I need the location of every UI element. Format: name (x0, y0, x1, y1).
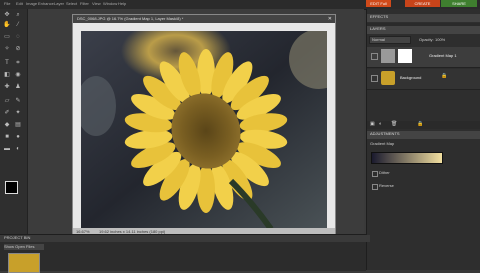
background-thumbnail (381, 71, 395, 85)
type-tool-icon[interactable]: T (3, 59, 11, 67)
lock-icon: 🔒 (441, 73, 448, 79)
layer-name: Gradient Map 1 (429, 53, 457, 58)
layer-row[interactable]: Gradient Map 1 (367, 47, 480, 68)
blend-mode-select[interactable]: Normal (369, 36, 411, 44)
crop-tool-icon[interactable]: ⌗ (14, 59, 22, 67)
healing-brush-icon[interactable]: ✚ (3, 83, 11, 91)
bin-thumbnail[interactable] (8, 253, 40, 273)
bin-filter-select[interactable]: Show Open Files (4, 244, 44, 250)
document-title-bar[interactable]: DSC_0068.JPG @ 16.7% (Gradient Map 1, La… (73, 15, 335, 23)
reverse-label: Reverse (379, 183, 394, 188)
menu-window[interactable]: Window (103, 1, 117, 6)
zoom-tool-icon[interactable]: ⌕ (14, 11, 22, 19)
layers-footer: ▣ ◐ 🗑 🔒 (367, 121, 480, 129)
opacity-value[interactable]: 100% (435, 37, 445, 42)
recompose-tool-icon[interactable]: ◧ (3, 71, 11, 79)
layers-panel-tab[interactable]: LAYERS (367, 26, 480, 34)
layer-name: Background (400, 75, 422, 80)
brush-tool-icon[interactable]: ✐ (3, 109, 11, 117)
eye-icon[interactable] (371, 75, 378, 82)
menu-select[interactable]: Select (66, 1, 77, 6)
sponge-tool-icon[interactable]: ▬ (3, 145, 11, 153)
menu-layer[interactable]: Layer (54, 1, 64, 6)
close-icon[interactable]: ✕ (328, 16, 332, 22)
image-canvas[interactable] (76, 19, 349, 231)
new-layer-icon[interactable]: ▣ (370, 121, 375, 127)
pencil-tool-icon[interactable]: ✎ (14, 97, 22, 105)
menu-image[interactable]: Image (26, 1, 37, 6)
gradient-tool-icon[interactable]: ▤ (14, 121, 22, 129)
menu-file[interactable]: File (4, 1, 10, 6)
tab-edit-full[interactable]: EDIT Full (366, 0, 391, 7)
red-eye-tool-icon[interactable]: ◉ (14, 71, 22, 79)
move-tool-icon[interactable]: ✥ (3, 11, 11, 19)
layer-mask-thumbnail (398, 49, 412, 63)
paint-bucket-icon[interactable]: ◆ (3, 121, 11, 129)
adjustment-title: Gradient Map (370, 141, 395, 146)
project-bin: PROJECT BIN Show Open Files (0, 234, 370, 273)
effects-panel-tab[interactable]: EFFECTS (367, 14, 480, 22)
lasso-tool-icon[interactable]: ◌ (14, 33, 22, 41)
marquee-tool-icon[interactable]: ▭ (3, 33, 11, 41)
menu-enhance[interactable]: Enhance (38, 1, 54, 6)
magic-wand-icon[interactable]: ✧ (3, 45, 11, 53)
shape-tool-icon[interactable]: ■ (3, 133, 11, 141)
hand-tool-icon[interactable]: ✋ (3, 21, 11, 29)
layer-row[interactable]: Background 🔒 (367, 69, 480, 90)
adjustments-panel-tab[interactable]: ADJUSTMENTS (367, 131, 480, 139)
gradient-preview[interactable] (371, 152, 443, 164)
menu-edit[interactable]: Edit (16, 1, 23, 6)
tab-create[interactable]: CREATE (405, 0, 440, 7)
menu-filter[interactable]: Filter (80, 1, 89, 6)
delete-layer-icon[interactable]: 🗑 (391, 121, 397, 127)
dither-checkbox[interactable] (372, 171, 378, 177)
dither-label: Dither (379, 170, 390, 175)
reverse-checkbox[interactable] (372, 184, 378, 190)
sunflower-photo (76, 19, 349, 231)
panel-bin: EFFECTS LAYERS Normal Opacity: 100% Grad… (366, 9, 480, 270)
toolbox: ✥ ⌕ ✋ ⁄ ▭ ◌ ✧ ⊘ T ⌗ ◧ ◉ ✚ ♟ ▱ ✎ ✐ ✦ ◆ ▤ … (0, 9, 28, 234)
blur-tool-icon[interactable]: ● (14, 133, 22, 141)
smart-brush-icon[interactable]: ✦ (14, 109, 22, 117)
document-title: DSC_0068.JPG @ 16.7% (Gradient Map 1, La… (77, 16, 184, 21)
foreground-color-swatch[interactable] (5, 181, 18, 194)
quick-selection-icon[interactable]: ⊘ (14, 45, 22, 53)
menu-view[interactable]: View (92, 1, 101, 6)
menu-help[interactable]: Help (118, 1, 126, 6)
eye-icon[interactable] (371, 53, 378, 60)
lock-icon[interactable]: 🔒 (417, 121, 423, 127)
dodge-tool-icon[interactable]: ◐ (14, 145, 22, 153)
document-window: DSC_0068.JPG @ 16.7% (Gradient Map 1, La… (72, 14, 349, 238)
opacity-label: Opacity: (419, 37, 434, 42)
eraser-tool-icon[interactable]: ▱ (3, 97, 11, 105)
adjustment-layer-thumbnail (381, 49, 395, 63)
project-bin-title: PROJECT BIN (0, 235, 370, 242)
adjustment-layer-icon[interactable]: ◐ (379, 121, 382, 127)
tab-share[interactable]: SHARE (441, 0, 477, 7)
eyedropper-icon[interactable]: ⁄ (14, 21, 22, 29)
clone-stamp-icon[interactable]: ♟ (14, 83, 22, 91)
